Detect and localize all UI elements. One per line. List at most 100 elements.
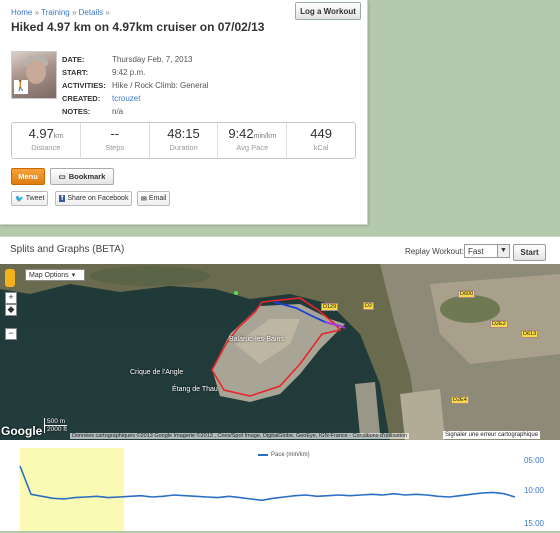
meta-label: NOTES: xyxy=(62,107,91,116)
replay-start-button[interactable]: Start xyxy=(513,244,546,261)
stat-label: Steps xyxy=(105,143,125,152)
scale-meters: 500 m xyxy=(44,418,67,426)
chart-legend: Pace (min/km) xyxy=(258,452,310,458)
meta-label: CREATED: xyxy=(62,94,101,103)
replay-speed-value: Fast xyxy=(468,246,484,256)
route-map[interactable]: + ◆ − Map Options ▾ Balaruc-les-Bains Cri… xyxy=(0,264,560,440)
stat-value: 4.97km xyxy=(12,126,80,141)
stat-number: 48:15 xyxy=(167,126,200,141)
town-label: Balaruc-les-Bains xyxy=(229,336,284,343)
twitter-icon: 🐦 xyxy=(15,195,24,203)
facebook-icon: f xyxy=(59,195,66,202)
tweet-button[interactable]: 🐦 Tweet xyxy=(11,191,49,206)
facebook-label: Share on Facebook xyxy=(67,195,129,202)
splits-title: Splits and Graphs (BETA) xyxy=(10,244,125,255)
meta-activities: ACTIVITIES: Hike / Rock Climb: General xyxy=(62,79,208,92)
bookmark-button[interactable]: ▭ Bookmark xyxy=(50,168,114,185)
stat-distance: 4.97km Distance xyxy=(12,123,81,158)
stat-value: 48:15 xyxy=(150,126,218,141)
log-workout-button[interactable]: Log a Workout xyxy=(295,2,361,20)
stat-label: Distance xyxy=(31,143,61,152)
email-label: Email xyxy=(148,195,167,202)
meta-created: CREATED: tcrouzet xyxy=(62,92,208,105)
y-tick-label: 15:00 xyxy=(523,519,544,528)
bookmark-label: Bookmark xyxy=(68,172,106,181)
stat-kcal: 449 kCal xyxy=(287,123,355,158)
pegman-icon[interactable] xyxy=(5,269,15,287)
envelope-icon: ✉ xyxy=(141,195,147,203)
meta-notes: NOTES: n/a xyxy=(62,105,208,118)
stat-value: -- xyxy=(81,126,149,141)
meta-label: DATE: xyxy=(62,55,85,64)
selection-highlight[interactable] xyxy=(20,448,124,531)
stat-steps: -- Steps xyxy=(81,123,150,158)
stats-bar: 4.97km Distance -- Steps 48:15 Duration 9:4… xyxy=(11,122,356,159)
lagoon-label: Crique de l'Angle xyxy=(130,369,184,376)
zoom-out-icon[interactable]: − xyxy=(5,328,17,340)
menu-button[interactable]: Menu xyxy=(11,168,45,185)
hiker-icon: 🚶 xyxy=(14,80,28,94)
meta-label: ACTIVITIES: xyxy=(62,81,106,90)
road-label: D613 xyxy=(521,330,539,338)
breadcrumb: Home » Training » Details » xyxy=(11,8,110,17)
meta-label: START: xyxy=(62,68,89,77)
stat-number: 4.97 xyxy=(28,126,54,141)
start-marker-icon xyxy=(234,291,238,295)
map-scale: 500 m 2000 ft xyxy=(44,418,67,433)
google-logo: Google xyxy=(1,424,43,438)
report-map-error-link[interactable]: Signaler une erreur cartographique xyxy=(443,431,541,439)
road-label: D600 xyxy=(458,290,476,298)
lagoon-label: Étang de Thau xyxy=(172,386,218,393)
breadcrumb-details-link[interactable]: Details xyxy=(79,8,103,17)
stat-value: 9:42min/km xyxy=(218,126,286,141)
avatar[interactable]: 🚶 xyxy=(11,51,57,99)
map-options-label: Map Options xyxy=(29,271,69,279)
road-label: D2E4 xyxy=(451,396,469,404)
meta-start: START: 9:42 p.m. xyxy=(62,66,208,79)
tweet-label: Tweet xyxy=(25,195,45,202)
avatar-face xyxy=(26,60,46,84)
workout-card: Home » Training » Details » Log a Workou… xyxy=(0,0,368,225)
stat-label: Avg Pace xyxy=(236,143,269,152)
chevron-down-icon: ▼ xyxy=(497,245,509,257)
pace-chart-svg xyxy=(19,448,516,531)
replay-speed-select[interactable]: Fast ▼ xyxy=(464,244,510,258)
email-button[interactable]: ✉ Email xyxy=(137,191,171,206)
chevron-down-icon: ▾ xyxy=(71,272,76,279)
breadcrumb-home-link[interactable]: Home xyxy=(11,8,32,17)
zoom-in-icon[interactable]: + xyxy=(5,292,17,304)
road-label: D129 xyxy=(321,303,339,311)
stat-avg-pace: 9:42min/km Avg Pace xyxy=(218,123,288,158)
splits-panel: Splits and Graphs (BETA) Replay Workout:… xyxy=(0,236,560,531)
stat-number: -- xyxy=(110,126,120,141)
map-attribution: Données cartographiques ©2013 Google Ima… xyxy=(70,433,410,439)
stat-duration: 48:15 Duration xyxy=(150,123,219,158)
y-tick-label: 10:00 xyxy=(523,486,544,495)
meta-value: Hike / Rock Climb: General xyxy=(112,81,209,90)
page-title: Hiked 4.97 km on 4.97km cruiser on 07/02… xyxy=(11,20,265,34)
breadcrumb-sep: » xyxy=(105,8,110,17)
breadcrumb-sep: » xyxy=(34,8,40,17)
meta-date: DATE: Thursday Feb. 7, 2013 xyxy=(62,53,208,66)
legend-label: Pace (min/km) xyxy=(271,452,310,458)
pan-icon[interactable]: ◆ xyxy=(5,304,17,316)
road-label: D2 xyxy=(363,302,375,310)
pace-chart: Pace (min/km) 05:00 10:00 15:00 xyxy=(0,448,560,531)
scale-feet: 2000 ft xyxy=(44,426,67,433)
stat-number: 9:42 xyxy=(228,126,254,141)
stat-value: 449 xyxy=(287,126,355,141)
satellite-imagery xyxy=(0,264,560,440)
breadcrumb-sep: » xyxy=(71,8,77,17)
stat-unit: km xyxy=(53,133,64,140)
road-label: D2E2 xyxy=(490,320,508,328)
meta-value: Thursday Feb. 7, 2013 xyxy=(112,55,193,64)
stat-label: kCal xyxy=(313,143,329,152)
breadcrumb-training-link[interactable]: Training xyxy=(41,8,70,17)
creator-link[interactable]: tcrouzet xyxy=(112,94,140,103)
facebook-share-button[interactable]: f Share on Facebook xyxy=(55,191,133,206)
meta-value: n/a xyxy=(112,107,124,116)
legend-swatch xyxy=(258,454,268,456)
replay-label: Replay Workout: xyxy=(405,247,464,256)
map-options-select[interactable]: Map Options ▾ xyxy=(25,269,85,281)
stat-unit: min/km xyxy=(253,133,277,140)
